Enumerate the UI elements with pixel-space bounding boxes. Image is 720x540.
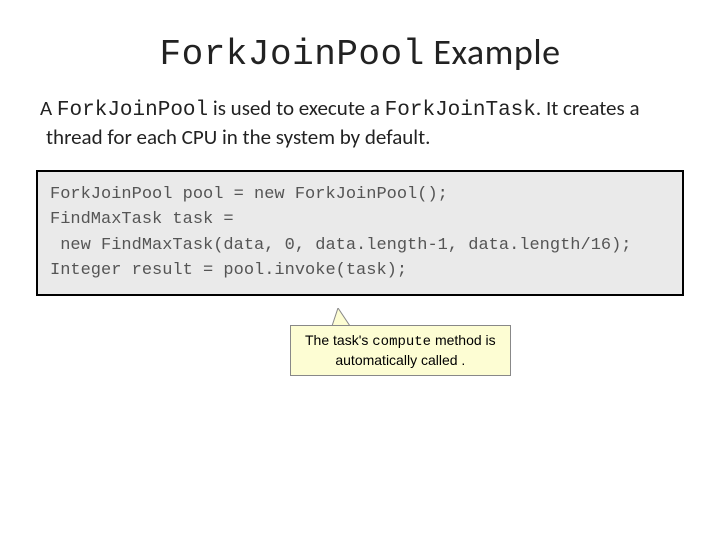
desc-mono: ForkJoinTask xyxy=(385,99,536,122)
desc-part: A xyxy=(40,95,57,121)
callout-mono: compute xyxy=(372,334,431,350)
callout-note: The task's compute method is automatical… xyxy=(290,325,511,376)
code-line: new FindMaxTask(data, 0, data.length-1, … xyxy=(50,236,632,255)
desc-mono: ForkJoinPool xyxy=(57,99,208,122)
code-line: ForkJoinPool pool = new ForkJoinPool(); xyxy=(50,185,448,204)
slide-title: ForkJoinPool Example xyxy=(40,30,680,75)
code-line: FindMaxTask task = xyxy=(50,210,234,229)
callout-wrap: The task's compute method is automatical… xyxy=(290,325,511,376)
code-block: ForkJoinPool pool = new ForkJoinPool(); … xyxy=(36,170,684,296)
callout-text: automatically called . xyxy=(335,352,465,368)
callout-text: method is xyxy=(431,332,496,348)
code-line: Integer result = pool.invoke(task); xyxy=(50,261,407,280)
description: A ForkJoinPool is used to execute a Fork… xyxy=(40,95,680,152)
title-mono: ForkJoinPool xyxy=(160,34,425,75)
desc-part: is used to execute a xyxy=(208,95,385,121)
callout-text: The task's xyxy=(305,332,372,348)
slide: ForkJoinPool Example A ForkJoinPool is u… xyxy=(0,0,720,540)
title-rest: Example xyxy=(425,30,561,74)
